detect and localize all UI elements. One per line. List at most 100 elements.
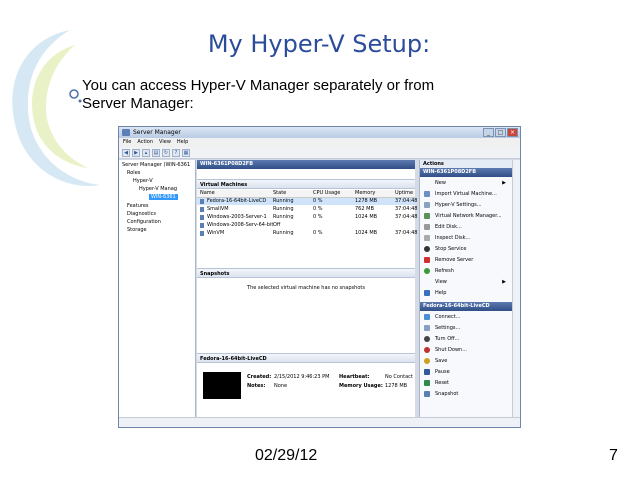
memory-usage-label: Memory Usage: (339, 383, 383, 389)
slide-title: My Hyper-V Setup: (207, 30, 431, 58)
import-icon (424, 191, 430, 197)
action-settings[interactable]: Settings... (420, 323, 512, 334)
tree-item-server-manager[interactable]: Server Manager (WIN-6361 (122, 162, 190, 168)
action-shut-down[interactable]: Shut Down... (420, 345, 512, 356)
menu-bar: File Action View Help (119, 138, 520, 147)
actions-title: Actions (420, 160, 512, 168)
menu-action[interactable]: Action (137, 138, 153, 147)
center-pane: WIN-6361P08D2FB Virtual Machines Name St… (197, 160, 417, 417)
action-help[interactable]: Help (420, 288, 512, 299)
menu-file[interactable]: File (123, 138, 131, 147)
network-icon (424, 213, 430, 219)
slide-body-text: You can access Hyper-V Manager separatel… (82, 77, 435, 112)
disk-edit-icon (424, 224, 430, 230)
save-icon (424, 358, 430, 364)
properties-icon[interactable]: ▦ (182, 148, 190, 157)
show-tree-icon[interactable]: ▤ (152, 148, 160, 157)
action-view[interactable]: View ▶ (420, 277, 512, 288)
vm-icon (200, 231, 204, 236)
table-row[interactable]: Windows-2008-Serv-64-bit Off (197, 222, 415, 229)
action-edit-disk[interactable]: Edit Disk... (420, 222, 512, 233)
col-cpu[interactable]: CPU Usage (313, 190, 340, 197)
close-button[interactable]: × (507, 128, 518, 137)
action-virtual-network-manager[interactable]: Virtual Network Manager... (420, 211, 512, 222)
toolbar: ◀ ▶ ▴ ▤ ↻ ? ▦ (119, 147, 520, 159)
table-row[interactable]: Windows-2003-Server-1 Running 0 % 1024 M… (197, 214, 417, 221)
snapshot-icon (424, 391, 430, 397)
minimize-button[interactable]: _ (483, 128, 494, 137)
table-row[interactable]: WinVM Running 0 % 1024 MB 37:04:48 (197, 230, 417, 237)
table-row[interactable]: Fedora-16-64bit-LiveCD Running 0 % 1278 … (197, 198, 417, 205)
heartbeat-value: No Contact (385, 374, 413, 380)
tree-item-roles[interactable]: Roles (127, 170, 140, 176)
col-state[interactable]: State (273, 190, 286, 197)
server-manager-icon (122, 129, 130, 136)
action-connect[interactable]: Connect... (420, 312, 512, 323)
action-new[interactable]: New ▶ (420, 178, 512, 189)
vm-icon (200, 215, 204, 220)
action-inspect-disk[interactable]: Inspect Disk... (420, 233, 512, 244)
menu-help[interactable]: Help (177, 138, 188, 147)
submenu-arrow-icon: ▶ (502, 180, 506, 186)
col-uptime[interactable]: Uptime (395, 190, 413, 197)
server-manager-window: Server Manager _ □ × File Action View He… (118, 126, 521, 428)
vm-section-header: Virtual Machines (197, 179, 415, 189)
tree-item-hyperv[interactable]: Hyper-V (133, 178, 153, 184)
connect-icon (424, 314, 430, 320)
heartbeat-label: Heartbeat: (339, 374, 370, 380)
forward-icon[interactable]: ▶ (132, 148, 140, 157)
action-pause[interactable]: Pause (420, 367, 512, 378)
maximize-button[interactable]: □ (495, 128, 506, 137)
col-name[interactable]: Name (200, 190, 215, 197)
slide-page-number: 7 (609, 447, 618, 464)
host-header: WIN-6361P08D2FB (197, 160, 415, 169)
action-import-vm[interactable]: Import Virtual Machine... (420, 189, 512, 200)
refresh-icon[interactable]: ↻ (162, 148, 170, 157)
action-hyperv-settings[interactable]: Hyper-V Settings... (420, 200, 512, 211)
vm-icon (200, 207, 204, 212)
refresh-icon (424, 268, 430, 274)
disk-inspect-icon (424, 235, 430, 241)
window-title: Server Manager (133, 129, 181, 136)
created-value: 2/15/2012 9:46:23 PM (274, 374, 330, 380)
vm-column-headers: Name State CPU Usage Memory Uptime (197, 190, 415, 198)
actions-host-header[interactable]: WIN-6361P08D2FB (420, 168, 512, 177)
horizontal-scrollbar[interactable] (119, 417, 520, 427)
tree-item-features[interactable]: Features (127, 203, 149, 209)
menu-view[interactable]: View (159, 138, 171, 147)
window-titlebar: Server Manager _ □ × (119, 127, 520, 138)
help-icon[interactable]: ? (172, 148, 180, 157)
stop-icon (424, 246, 430, 252)
navigation-tree: Server Manager (WIN-6361 Roles Hyper-V H… (119, 160, 196, 417)
action-refresh[interactable]: Refresh (420, 266, 512, 277)
tree-item-host[interactable]: WIN-6361 (149, 194, 178, 200)
tree-item-diagnostics[interactable]: Diagnostics (127, 211, 156, 217)
action-turn-off[interactable]: Turn Off... (420, 334, 512, 345)
col-memory[interactable]: Memory (355, 190, 375, 197)
slide-date: 02/29/12 (255, 447, 318, 464)
submenu-arrow-icon: ▶ (502, 279, 506, 285)
memory-usage-value: 1278 MB (385, 383, 408, 389)
notes-label: Notes: (247, 383, 266, 389)
snapshots-empty-message: The selected virtual machine has no snap… (247, 285, 365, 291)
created-label: Created: (247, 374, 272, 380)
shut-down-icon (424, 347, 430, 353)
back-icon[interactable]: ◀ (122, 148, 130, 157)
tree-item-hyperv-manager[interactable]: Hyper-V Manag (139, 186, 177, 192)
remove-icon (424, 257, 430, 263)
action-save[interactable]: Save (420, 356, 512, 367)
vertical-scrollbar[interactable] (512, 160, 520, 417)
action-stop-service[interactable]: Stop Service (420, 244, 512, 255)
table-row[interactable]: SmallVM Running 0 % 762 MB 37:04:48 (197, 206, 417, 213)
tree-item-configuration[interactable]: Configuration (127, 219, 161, 225)
actions-vm-header[interactable]: Fedora-16-64bit-LiveCD (420, 302, 512, 311)
pause-icon (424, 369, 430, 375)
reset-icon (424, 380, 430, 386)
actions-pane: Actions WIN-6361P08D2FB New ▶ Import Virt… (419, 160, 512, 417)
action-reset[interactable]: Reset (420, 378, 512, 389)
action-remove-server[interactable]: Remove Server (420, 255, 512, 266)
action-snapshot[interactable]: Snapshot (420, 389, 512, 400)
tree-item-storage[interactable]: Storage (127, 227, 147, 233)
up-folder-icon[interactable]: ▴ (142, 148, 150, 157)
settings-icon (424, 325, 430, 331)
